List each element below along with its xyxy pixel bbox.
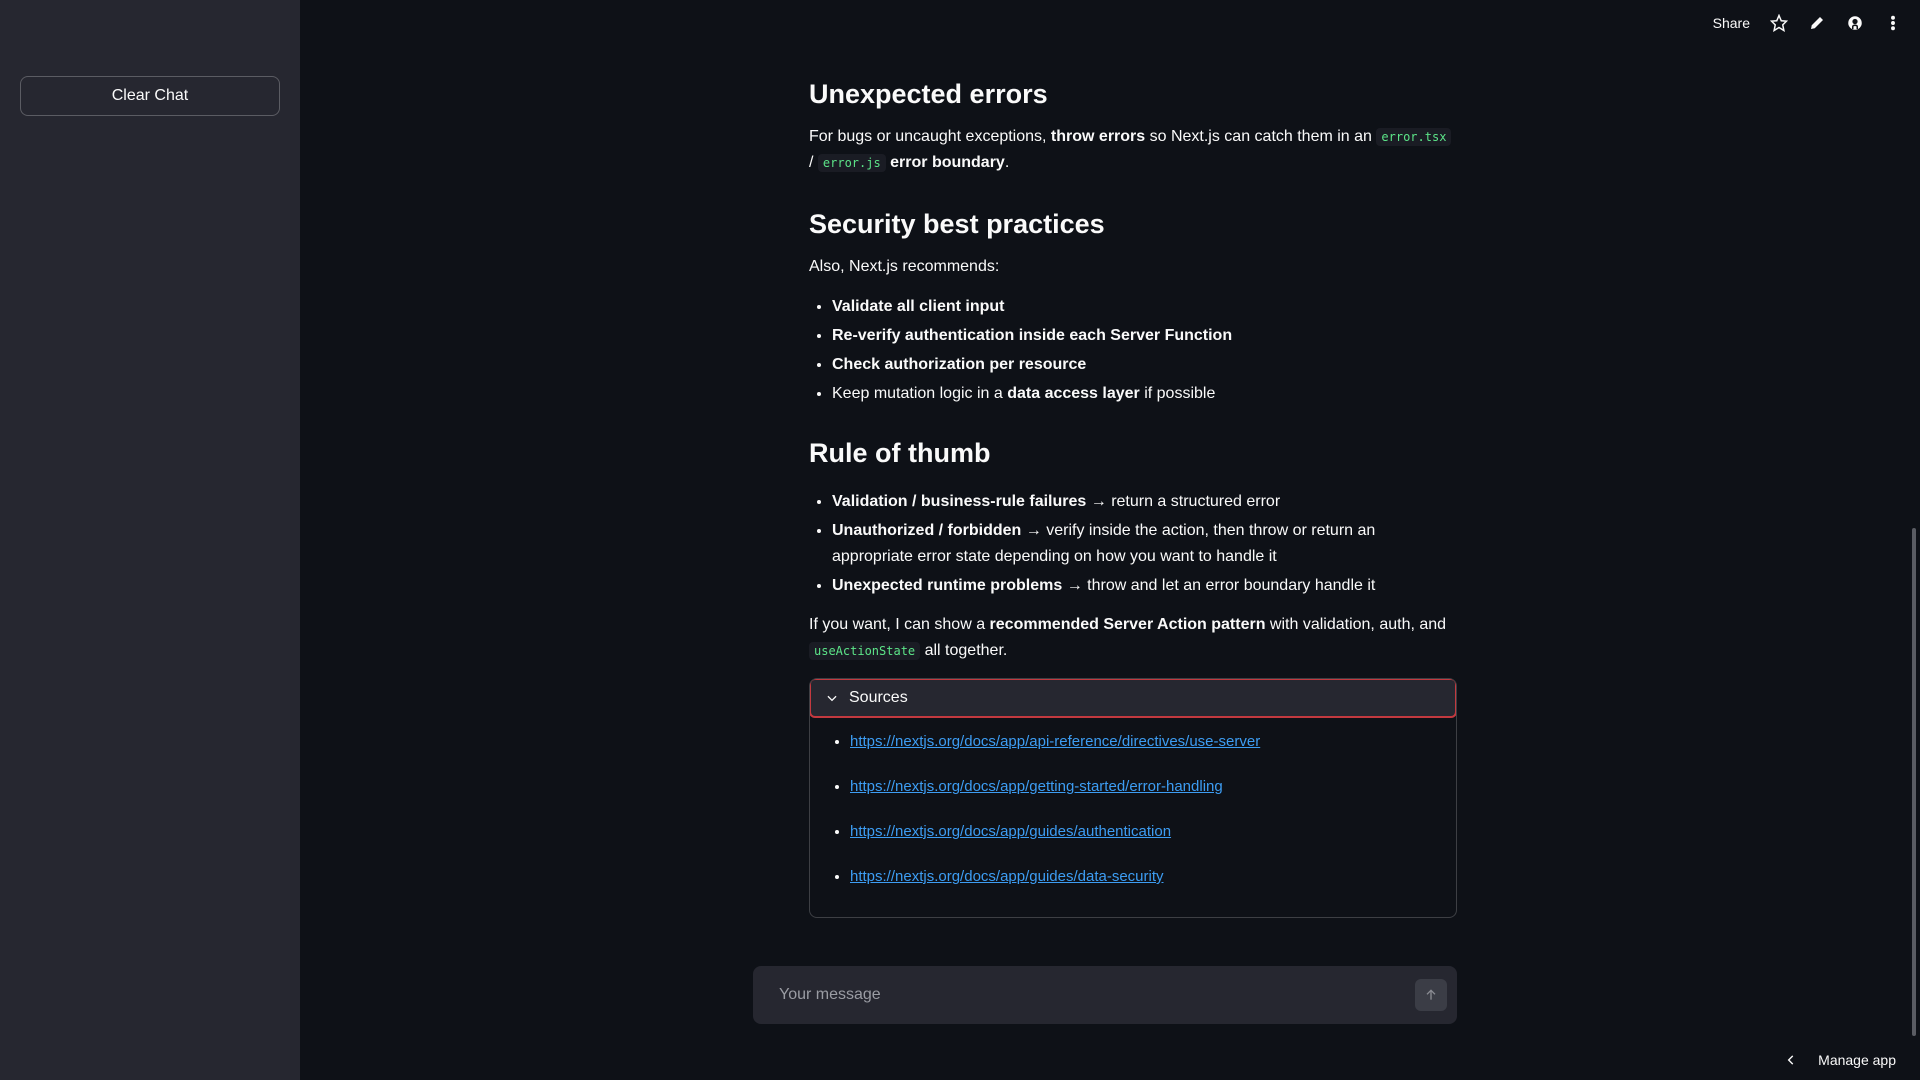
text: → return a structured error (1086, 493, 1281, 510)
bold-text: throw errors (1050, 128, 1146, 145)
list-item: https://nextjs.org/docs/app/getting-star… (850, 774, 1456, 800)
bold-text: data access layer (1007, 385, 1140, 402)
list-item: Re-verify authentication inside each Ser… (832, 323, 1457, 349)
list-item: Check authorization per resource (832, 352, 1457, 378)
text: For bugs or uncaught exceptions, (809, 128, 1051, 145)
text: all together. (920, 642, 1008, 659)
text: so Next.js can catch them in an (1145, 128, 1377, 145)
text: Keep mutation logic in a (832, 385, 1008, 402)
message-input[interactable] (777, 985, 1415, 1005)
bold-text: Unauthorized / forbidden (832, 522, 1022, 539)
more-vertical-icon[interactable] (1884, 14, 1902, 32)
text: . (1004, 154, 1010, 171)
paragraph-unexpected-errors: For bugs or uncaught exceptions, throw e… (809, 124, 1457, 176)
source-link[interactable]: https://nextjs.org/docs/app/guides/authe… (850, 823, 1171, 840)
bold-text: Re-verify authentication inside each Ser… (832, 327, 1233, 344)
inline-code: error.tsx (1376, 128, 1452, 146)
sources-list: https://nextjs.org/docs/app/api-referenc… (810, 717, 1456, 917)
github-icon[interactable] (1846, 14, 1864, 32)
bold-text: Validate all client input (832, 298, 1005, 315)
bold-text: recommended Server Action pattern (989, 616, 1266, 633)
text: with validation, auth, and (1265, 616, 1447, 633)
sources-expander: Sources https://nextjs.org/docs/app/api-… (809, 678, 1457, 918)
scrollbar[interactable] (1912, 528, 1916, 1036)
text: if possible (1139, 385, 1216, 402)
closing-paragraph: If you want, I can show a recommended Se… (809, 612, 1457, 664)
manage-app-button[interactable]: Manage app (1784, 1052, 1896, 1068)
send-button[interactable] (1415, 979, 1447, 1011)
pencil-icon[interactable] (1808, 14, 1826, 32)
sources-label: Sources (849, 689, 908, 706)
text: If you want, I can show a (809, 616, 990, 633)
heading-security: Security best practices (809, 209, 1105, 239)
rule-list: Validation / business-rule failures → re… (809, 489, 1457, 599)
bold-text: Check authorization per resource (832, 356, 1087, 373)
list-item: https://nextjs.org/docs/app/api-referenc… (850, 729, 1456, 755)
source-link[interactable]: https://nextjs.org/docs/app/getting-star… (850, 778, 1223, 795)
clear-chat-button[interactable]: Clear Chat (20, 76, 280, 116)
heading-rule-of-thumb: Rule of thumb (809, 438, 991, 468)
source-link[interactable]: https://nextjs.org/docs/app/api-referenc… (850, 733, 1260, 750)
list-item: Validate all client input (832, 294, 1457, 320)
star-icon[interactable] (1770, 14, 1788, 32)
sources-toggle[interactable]: Sources (810, 679, 1456, 718)
top-toolbar: Share (1713, 14, 1902, 32)
chevron-left-icon (1787, 1055, 1794, 1065)
bold-text: error boundary (890, 154, 1005, 171)
chat-input-container (753, 966, 1457, 1024)
list-item: Keep mutation logic in a data access lay… (832, 381, 1457, 407)
inline-code: useActionState (809, 642, 921, 660)
list-item: https://nextjs.org/docs/app/guides/authe… (850, 819, 1456, 845)
manage-app-label: Manage app (1818, 1052, 1896, 1068)
bold-text: Unexpected runtime problems (832, 577, 1063, 594)
list-item: Validation / business-rule failures → re… (832, 489, 1457, 515)
list-item: Unexpected runtime problems → throw and … (832, 573, 1457, 599)
heading-unexpected-errors: Unexpected errors (809, 79, 1048, 109)
sidebar: Clear Chat (0, 0, 300, 1080)
list-item: Unauthorized / forbidden → verify inside… (832, 518, 1457, 570)
security-intro: Also, Next.js recommends: (809, 258, 1000, 275)
source-link[interactable]: https://nextjs.org/docs/app/guides/data-… (850, 868, 1164, 885)
chat-message: Unexpected errors For bugs or uncaught e… (809, 70, 1457, 918)
list-item: https://nextjs.org/docs/app/guides/data-… (850, 864, 1456, 890)
chevron-down-icon (827, 695, 837, 702)
bold-text: Validation / business-rule failures (832, 493, 1087, 510)
inline-code: error.js (817, 154, 886, 172)
arrow-up-icon (1426, 989, 1436, 1000)
text: → throw and let an error boundary handle… (1062, 577, 1376, 594)
share-button[interactable]: Share (1713, 15, 1750, 31)
security-list: Validate all client input Re-verify auth… (809, 294, 1457, 407)
text: / (809, 154, 818, 171)
